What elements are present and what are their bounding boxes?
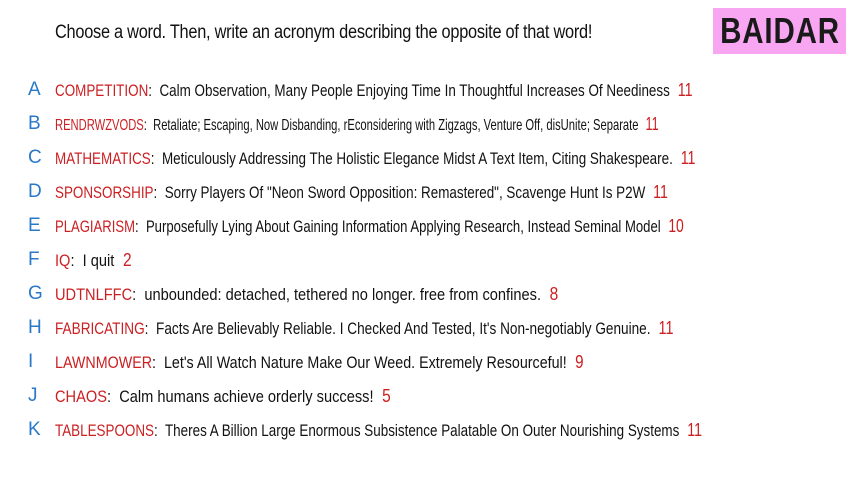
row-content: IQ: I quit 2	[55, 250, 132, 271]
row-letter: A	[28, 79, 41, 100]
answer-row: J CHAOS: Calm humans achieve orderly suc…	[0, 379, 853, 413]
row-acronym: Let's All Watch Nature Make Our Weed. Ex…	[163, 352, 567, 372]
answer-row: I LAWNMOWER: Let's All Watch Nature Make…	[0, 345, 853, 379]
row-content: SPONSORSHIP: Sorry Players Of "Neon Swor…	[55, 182, 668, 203]
row-content: UDTNLFFC: unbounded: detached, tethered …	[55, 284, 558, 305]
row-score: 2	[122, 249, 132, 270]
row-word: SPONSORSHIP	[55, 182, 154, 202]
row-content: LAWNMOWER: Let's All Watch Nature Make O…	[55, 352, 584, 373]
answer-row: G UDTNLFFC: unbounded: detached, tethere…	[0, 277, 853, 311]
answers-list: A COMPETITION: Calm Observation, Many Pe…	[0, 73, 853, 447]
badge-label: BAIDAR	[719, 10, 840, 51]
answer-row: K TABLESPOONS: Theres A Billion Large En…	[0, 413, 853, 447]
row-acronym: Calm Observation, Many People Enjoying T…	[159, 80, 670, 100]
row-score: 11	[658, 317, 674, 338]
row-letter: H	[28, 317, 42, 338]
answer-row: D SPONSORSHIP: Sorry Players Of "Neon Sw…	[0, 175, 853, 209]
row-score: 11	[645, 113, 659, 134]
row-letter: G	[28, 283, 43, 304]
answer-row: A COMPETITION: Calm Observation, Many Pe…	[0, 73, 853, 107]
row-acronym: unbounded: detached, tethered no longer.…	[144, 284, 542, 304]
row-word: UDTNLFFC	[55, 284, 133, 304]
row-word: MATHEMATICS	[55, 148, 151, 168]
row-letter: K	[28, 419, 41, 440]
row-word: CHAOS	[55, 386, 108, 406]
row-acronym: Purposefully Lying About Gaining Informa…	[145, 216, 661, 236]
row-score: 10	[668, 215, 684, 236]
name-badge: BAIDAR	[713, 8, 846, 54]
row-letter: B	[28, 113, 41, 134]
row-content: TABLESPOONS: Theres A Billion Large Enor…	[55, 420, 702, 441]
answer-row: F IQ: I quit 2	[0, 243, 853, 277]
row-acronym: Calm humans achieve orderly success!	[119, 386, 374, 406]
row-word: LAWNMOWER	[55, 352, 153, 372]
row-content: CHAOS: Calm humans achieve orderly succe…	[55, 386, 391, 407]
row-word: TABLESPOONS	[55, 420, 155, 440]
row-word: RENDRWZVODS	[55, 116, 144, 134]
row-word: FABRICATING	[55, 318, 145, 338]
answer-row: H FABRICATING: Facts Are Believably Reli…	[0, 311, 853, 345]
row-separator: :	[150, 148, 155, 168]
row-letter: I	[28, 351, 34, 372]
row-letter: C	[28, 147, 42, 168]
row-acronym: Facts Are Believably Reliable. I Checked…	[156, 318, 651, 338]
row-score: 11	[677, 79, 693, 100]
row-word: COMPETITION	[55, 80, 149, 100]
row-letter: F	[28, 249, 40, 270]
row-word: IQ	[55, 250, 71, 270]
row-content: PLAGIARISM: Purposefully Lying About Gai…	[55, 216, 684, 237]
row-separator: :	[143, 116, 147, 134]
row-word: PLAGIARISM	[55, 216, 136, 236]
row-acronym: Meticulously Addressing The Holistic Ele…	[161, 148, 673, 168]
answer-row: C MATHEMATICS: Meticulously Addressing T…	[0, 141, 853, 175]
row-separator: :	[144, 318, 149, 338]
row-separator: :	[152, 352, 157, 372]
row-score: 11	[653, 181, 668, 202]
prompt-text: Choose a word. Then, write an acronym de…	[55, 22, 593, 43]
row-letter: D	[28, 181, 42, 202]
row-score: 11	[680, 147, 696, 168]
answer-row: B RENDRWZVODS: Retaliate; Escaping, Now …	[0, 107, 853, 141]
row-separator: :	[148, 80, 153, 100]
row-separator: :	[135, 216, 139, 236]
answer-row: E PLAGIARISM: Purposefully Lying About G…	[0, 209, 853, 243]
row-content: MATHEMATICS: Meticulously Addressing The…	[55, 148, 695, 169]
row-acronym: Retaliate; Escaping, Now Disbanding, rEc…	[153, 116, 639, 134]
row-content: FABRICATING: Facts Are Believably Reliab…	[55, 318, 673, 339]
row-letter: J	[28, 385, 38, 406]
row-score: 8	[549, 283, 559, 304]
row-separator: :	[107, 386, 112, 406]
row-score: 11	[687, 419, 702, 440]
row-letter: E	[28, 215, 41, 236]
row-separator: :	[154, 420, 158, 440]
row-acronym: Theres A Billion Large Enormous Subsiste…	[164, 420, 680, 440]
row-separator: :	[153, 182, 158, 202]
row-separator: :	[132, 284, 137, 304]
row-content: RENDRWZVODS: Retaliate; Escaping, Now Di…	[55, 114, 659, 135]
row-score: 9	[575, 351, 584, 372]
row-separator: :	[70, 250, 75, 270]
row-content: COMPETITION: Calm Observation, Many Peop…	[55, 80, 693, 101]
row-acronym: I quit	[82, 250, 115, 270]
row-score: 5	[382, 385, 391, 406]
row-acronym: Sorry Players Of "Neon Sword Opposition:…	[164, 182, 646, 202]
